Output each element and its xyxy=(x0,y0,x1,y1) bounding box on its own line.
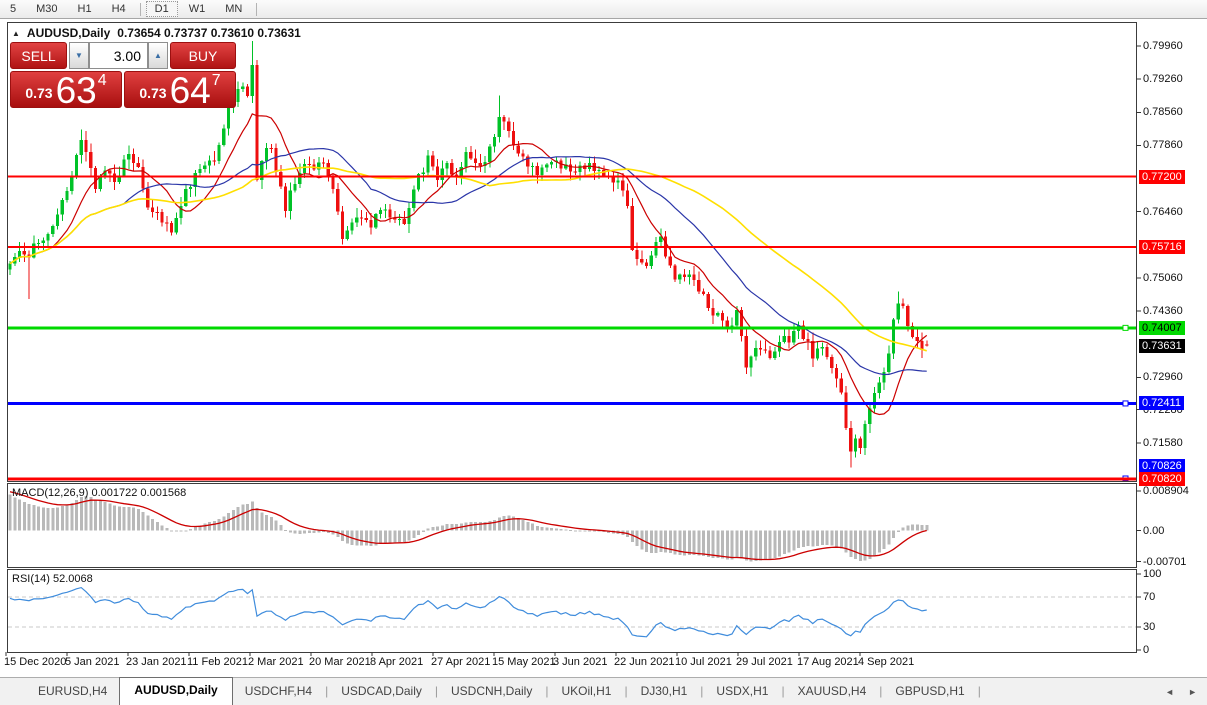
date-tick-label: 29 Jul 2021 xyxy=(736,656,793,668)
macd-tick-label: 0.008904 xyxy=(1143,485,1189,497)
sell-price-pip: 4 xyxy=(97,72,107,89)
one-click-trade-panel: SELL ▼ ▲ BUY 0.73 63 4 0.73 64 7 xyxy=(10,42,236,111)
date-tick-label: 27 Apr 2021 xyxy=(431,656,491,668)
chart-window-title: ▲ AUDUSD,Daily 0.73654 0.73737 0.73610 0… xyxy=(12,26,301,40)
price-tick-label: 0.75060 xyxy=(1143,272,1183,284)
price-level-chip: 0.72411 xyxy=(1139,396,1184,410)
macd-series xyxy=(8,491,929,562)
rsi-indicator-label: RSI(14) 52.0068 xyxy=(12,573,93,585)
date-tick-label: 8 Apr 2021 xyxy=(370,656,424,668)
date-tick-label: 22 Jun 2021 xyxy=(614,656,675,668)
price-tick-label: 0.79960 xyxy=(1143,40,1183,52)
volume-increase-button[interactable]: ▲ xyxy=(148,42,168,69)
mt4-window: 5 M30 H1 H4 D1 W1 MN ▲ AUDUSD,Daily 0.73654 0.… xyxy=(0,0,1207,705)
buy-button[interactable]: BUY xyxy=(170,42,236,69)
date-tick-label: 2 Mar 2021 xyxy=(248,656,304,668)
sell-price-box[interactable]: 0.73 63 4 xyxy=(10,70,122,111)
date-tick-label: 11 Feb 2021 xyxy=(187,656,248,668)
collapse-icon[interactable]: ▲ xyxy=(12,29,20,38)
date-tick-label: 4 Sep 2021 xyxy=(858,656,915,668)
volume-decrease-button[interactable]: ▼ xyxy=(69,42,89,69)
volume-input[interactable] xyxy=(89,42,148,69)
price-tick-label: 0.76460 xyxy=(1143,206,1183,218)
price-tick-label: 0.79260 xyxy=(1143,73,1183,85)
sell-price-prefix: 0.73 xyxy=(25,85,53,101)
buy-price-prefix: 0.73 xyxy=(139,85,167,101)
price-tick-label: 0.78560 xyxy=(1143,106,1183,118)
trade-panel-prices: 0.73 63 4 0.73 64 7 xyxy=(10,70,236,111)
price-level-chip: 0.74007 xyxy=(1139,321,1185,335)
rsi-series xyxy=(8,586,1136,638)
trade-panel-controls: SELL ▼ ▲ BUY xyxy=(10,42,236,69)
price-level-chip: 0.77200 xyxy=(1139,170,1185,184)
price-tick-label: 0.71580 xyxy=(1143,437,1183,449)
spin-up-icon: ▲ xyxy=(154,51,162,60)
rsi-tick-label: 100 xyxy=(1143,568,1162,580)
buy-price-box[interactable]: 0.73 64 7 xyxy=(124,70,236,111)
price-level-chip: 0.70826 xyxy=(1139,459,1185,473)
date-tick-label: 10 Jul 2021 xyxy=(675,656,732,668)
rsi-line xyxy=(9,586,927,638)
macd-tick-label: -0.00701 xyxy=(1143,556,1187,568)
price-level-chip: 0.75716 xyxy=(1139,240,1185,254)
rsi-tick-label: 30 xyxy=(1143,621,1156,633)
sell-price-big: 63 xyxy=(55,70,97,111)
date-tick-label: 3 Jun 2021 xyxy=(553,656,608,668)
date-tick-label: 5 Jan 2021 xyxy=(65,656,120,668)
price-tick-label: 0.72960 xyxy=(1143,371,1183,383)
macd-tick-label: 0.00 xyxy=(1143,525,1165,537)
sell-button[interactable]: SELL xyxy=(10,42,67,69)
date-tick-label: 17 Aug 2021 xyxy=(797,656,859,668)
rsi-tick-label: 0 xyxy=(1143,644,1150,656)
ma-fast-line xyxy=(9,113,928,416)
ohlc-values: 0.73654 0.73737 0.73610 0.73631 xyxy=(117,26,301,40)
buy-price-big: 64 xyxy=(169,70,211,111)
date-tick-label: 15 May 2021 xyxy=(492,656,556,668)
macd-indicator-label: MACD(12,26,9) 0.001722 0.001568 xyxy=(12,487,187,499)
level-handle-0.72411[interactable] xyxy=(1122,400,1129,407)
buy-price-pip: 7 xyxy=(211,72,221,89)
symbol-period-label: AUDUSD,Daily xyxy=(26,26,111,40)
spin-down-icon: ▼ xyxy=(75,51,83,60)
pane-frame-2 xyxy=(7,569,1137,653)
price-tick-label: 0.77860 xyxy=(1143,139,1183,151)
level-handle-0.74007[interactable] xyxy=(1122,324,1129,331)
date-tick-label: 23 Jan 2021 xyxy=(126,656,187,668)
price-level-chip: 0.70820 xyxy=(1139,472,1185,486)
rsi-tick-label: 70 xyxy=(1143,591,1156,603)
price-level-chip: 0.73631 xyxy=(1139,339,1185,353)
date-tick-label: 20 Mar 2021 xyxy=(309,656,371,668)
date-tick-label: 15 Dec 2020 xyxy=(4,656,67,668)
price-tick-label: 0.74360 xyxy=(1143,305,1183,317)
